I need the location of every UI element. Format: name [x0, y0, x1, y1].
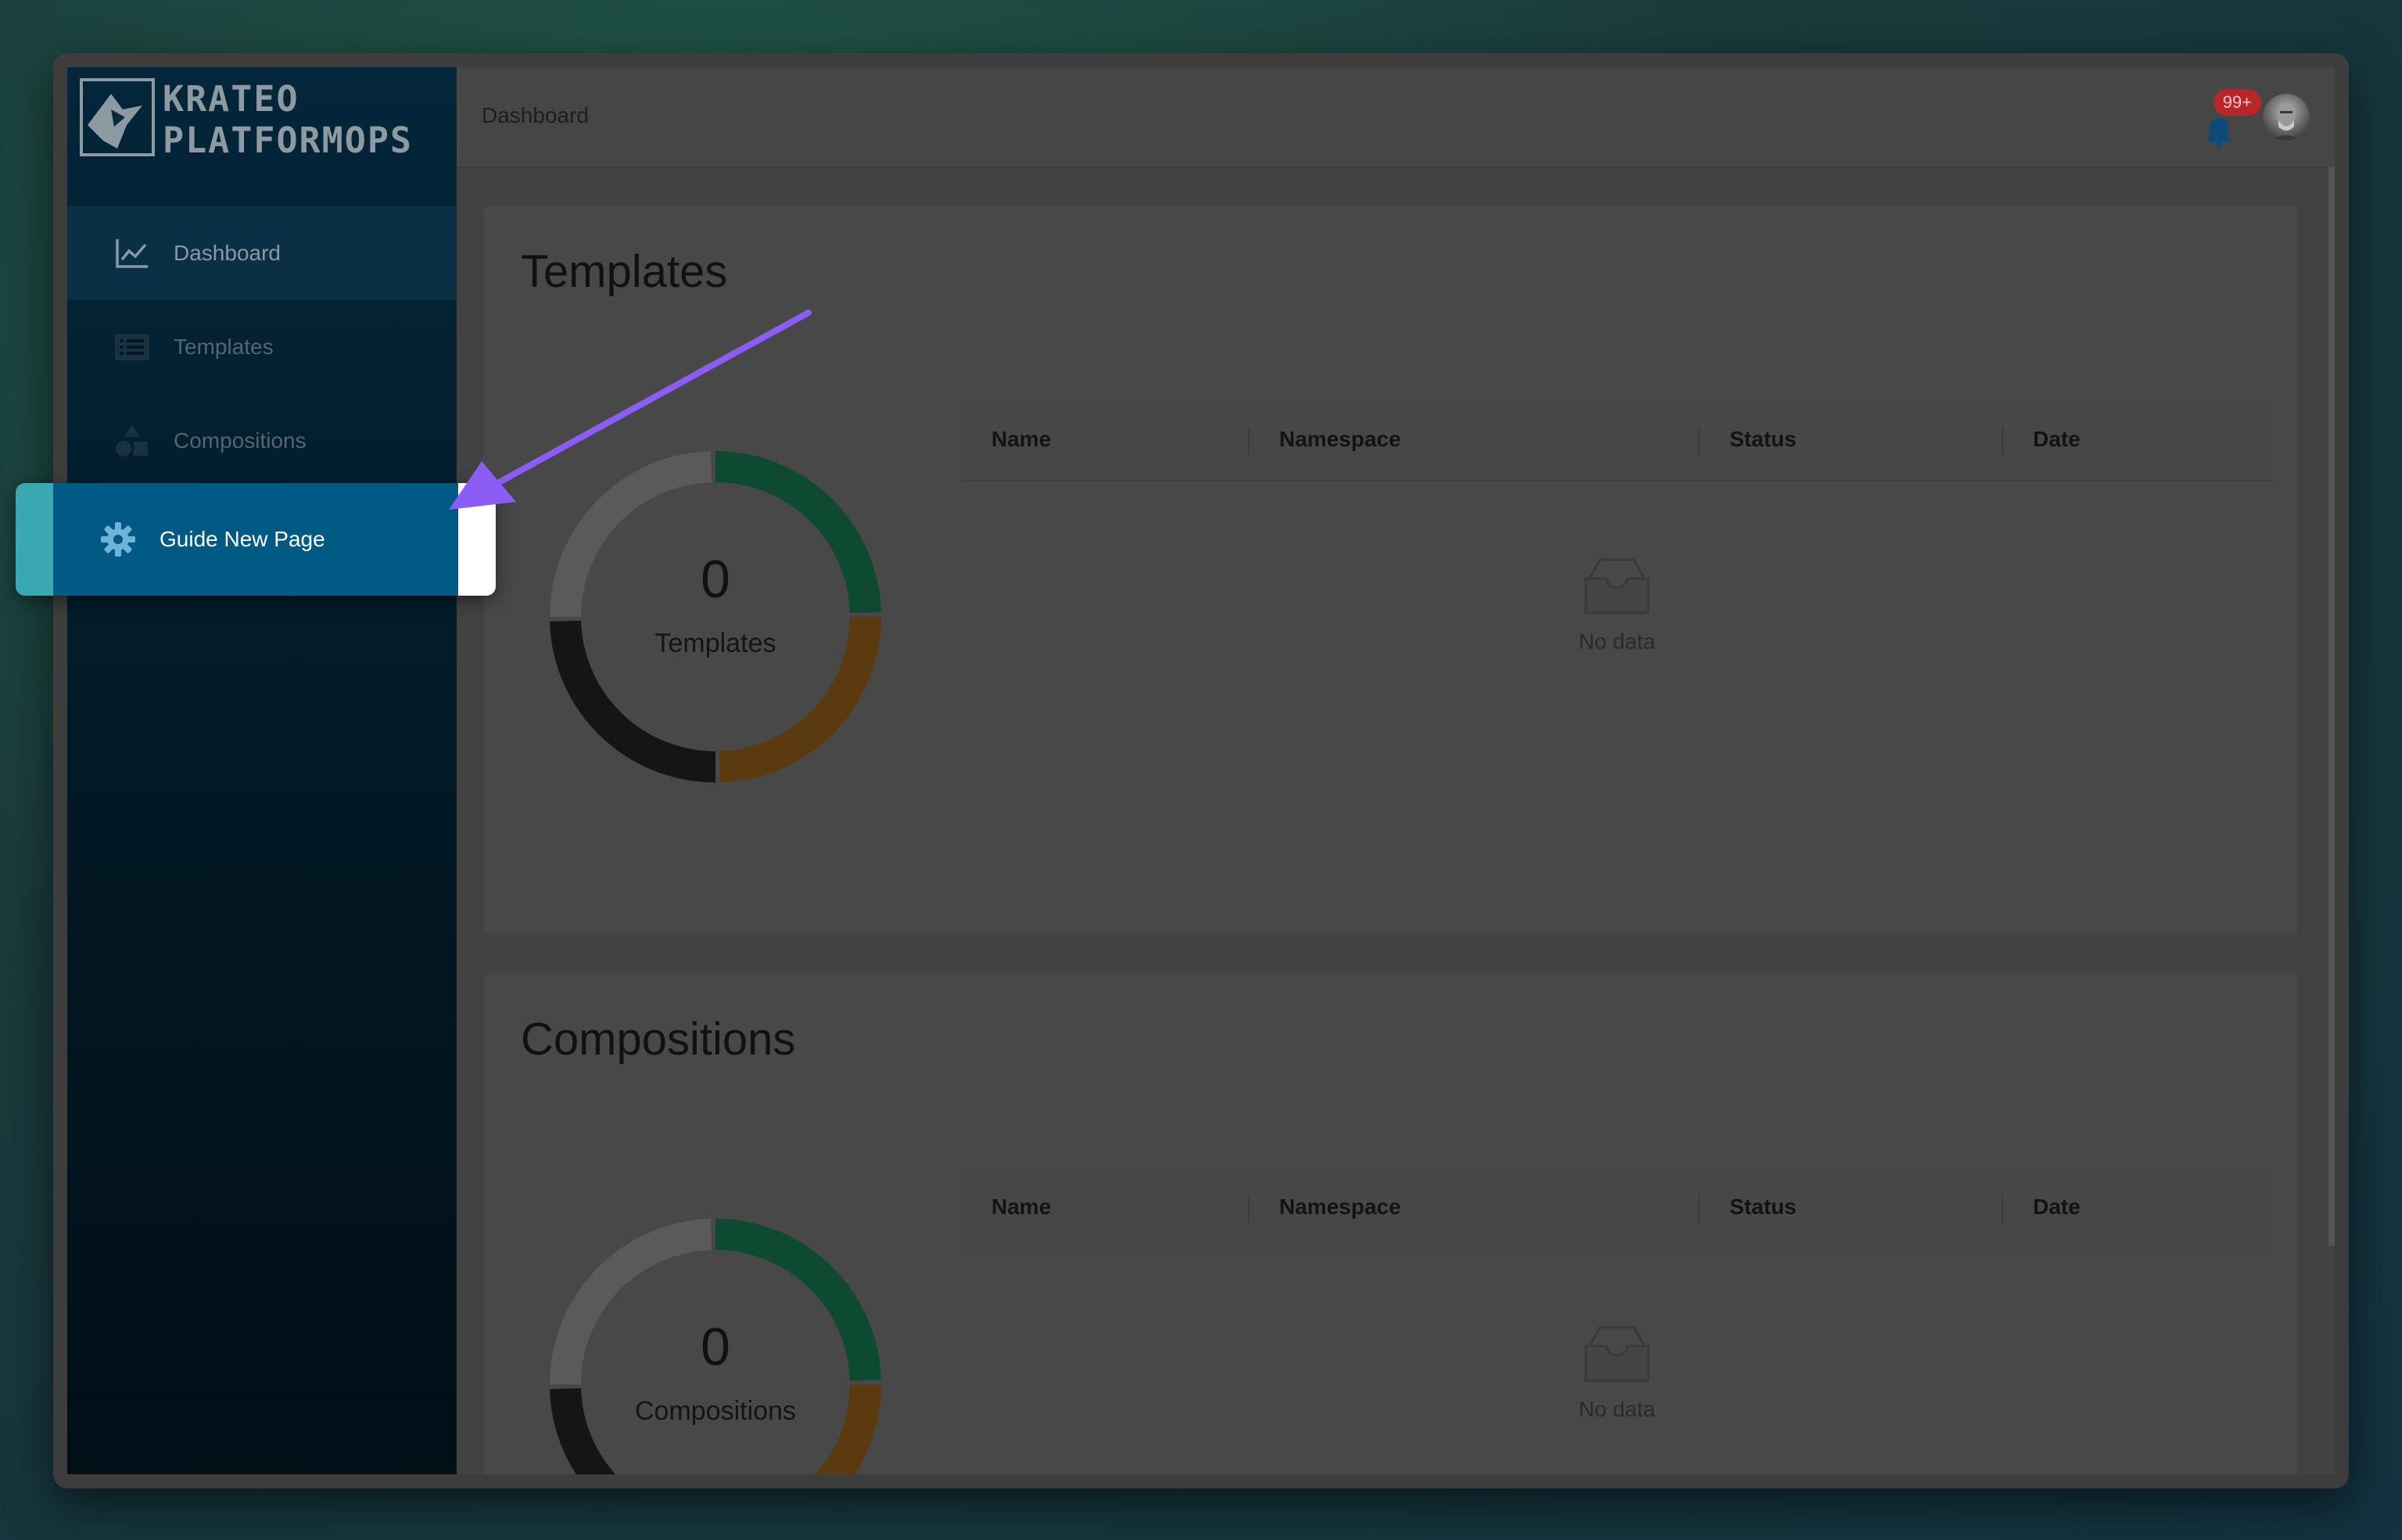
- column-header-date[interactable]: Date: [2033, 1194, 2081, 1219]
- table-header: Name Namespace Status Date: [960, 1169, 2274, 1248]
- column-divider: [2002, 427, 2003, 455]
- shapes-icon: [113, 421, 152, 460]
- empty-state: No data: [960, 1323, 2274, 1422]
- highlight-body: Guide New Page: [53, 483, 458, 596]
- sidebar: KRATEO PLATFORMOPS Dashboard Templates C…: [67, 67, 457, 1474]
- column-header-status[interactable]: Status: [1730, 427, 1797, 452]
- empty-inbox-icon: [1584, 558, 1650, 614]
- compositions-table: Name Namespace Status Date No data: [960, 1169, 2274, 1421]
- column-divider: [1248, 1194, 1249, 1223]
- donut-count: 0: [701, 1317, 730, 1377]
- column-header-date[interactable]: Date: [2033, 427, 2081, 452]
- line-chart-icon: [113, 234, 152, 273]
- table-header: Name Namespace Status Date: [960, 402, 2274, 481]
- krateo-logo-icon: [80, 78, 155, 156]
- section-title: Templates: [521, 246, 728, 297]
- breadcrumb: Dashboard: [482, 103, 589, 127]
- section-title: Compositions: [521, 1014, 796, 1065]
- donut-ring: [550, 451, 881, 783]
- sidebar-item-label: Templates: [174, 335, 274, 359]
- empty-text: No data: [1578, 1397, 1656, 1421]
- column-divider: [1698, 427, 1700, 455]
- donut-label: Templates: [654, 629, 776, 658]
- column-divider: [1248, 427, 1249, 455]
- sidebar-item-label: Compositions: [174, 428, 307, 453]
- sidebar-item-dashboard[interactable]: Dashboard: [67, 206, 457, 300]
- column-divider: [2002, 1194, 2003, 1223]
- bell-icon[interactable]: [2205, 116, 2233, 149]
- brand-logo[interactable]: KRATEO PLATFORMOPS: [80, 78, 447, 161]
- scrollbar[interactable]: [2329, 167, 2335, 1246]
- empty-text: No data: [1578, 629, 1656, 654]
- column-header-status[interactable]: Status: [1730, 1194, 1797, 1219]
- sidebar-item-guide-new-page[interactable]: Guide New Page: [16, 483, 496, 596]
- sidebar-item-compositions[interactable]: Compositions: [67, 394, 457, 488]
- donut-label: Compositions: [635, 1396, 796, 1426]
- column-header-name[interactable]: Name: [991, 1194, 1051, 1219]
- column-divider: [1698, 1194, 1700, 1223]
- sidebar-item-label: Guide New Page: [160, 527, 325, 551]
- column-header-namespace[interactable]: Namespace: [1279, 1194, 1401, 1219]
- top-bar: Dashboard 99+: [457, 67, 2335, 168]
- sidebar-nav: Dashboard Templates Compositions: [67, 206, 457, 488]
- brand-line2: PLATFORMOPS: [163, 120, 414, 161]
- compositions-donut-chart: 0 Compositions: [547, 1216, 884, 1474]
- brand-name: KRATEO PLATFORMOPS: [163, 78, 413, 161]
- highlight-right-edge: [458, 483, 496, 596]
- highlight-left-edge: [16, 483, 53, 596]
- compositions-card: Compositions 0 Compositions Name Namespa…: [483, 974, 2297, 1474]
- notification-badge: 99+: [2213, 89, 2261, 116]
- column-header-namespace[interactable]: Namespace: [1279, 427, 1401, 452]
- templates-donut-chart: 0 Templates: [547, 449, 884, 785]
- app-window: KRATEO PLATFORMOPS Dashboard Templates C…: [53, 53, 2349, 1488]
- list-icon: [113, 328, 152, 367]
- gear-icon: [99, 520, 138, 559]
- sidebar-item-templates[interactable]: Templates: [67, 300, 457, 394]
- empty-state: No data: [960, 555, 2274, 654]
- empty-inbox-icon: [1584, 1326, 1650, 1382]
- templates-card: Templates 0 Templates Name Namespace Sta…: [483, 206, 2297, 935]
- templates-table: Name Namespace Status Date No data: [960, 402, 2274, 654]
- main-content: Dashboard 99+ Templates 0 Templates Name…: [457, 67, 2335, 1474]
- column-header-name[interactable]: Name: [991, 427, 1051, 452]
- avatar[interactable]: [2263, 94, 2310, 141]
- donut-count: 0: [701, 550, 730, 609]
- sidebar-item-label: Dashboard: [174, 241, 281, 265]
- app-frame: KRATEO PLATFORMOPS Dashboard Templates C…: [67, 67, 2335, 1474]
- brand-line1: KRATEO: [163, 78, 299, 120]
